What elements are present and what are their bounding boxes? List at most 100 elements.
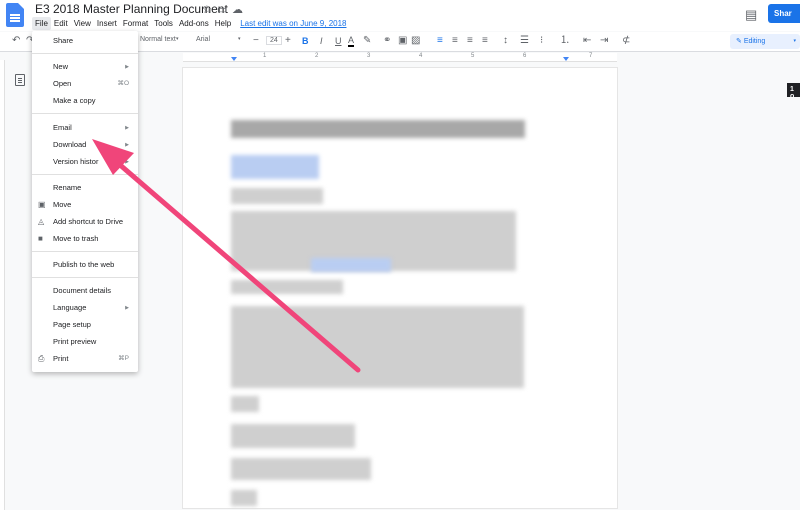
menu-item-language[interactable]: Language ▶ bbox=[32, 300, 138, 316]
menu-item-publish[interactable]: Publish to the web bbox=[32, 257, 138, 273]
menu-format[interactable]: Format bbox=[120, 17, 151, 30]
text-color-button[interactable]: A bbox=[348, 36, 355, 47]
cloud-icon[interactable]: ☁ bbox=[232, 3, 243, 16]
menu-item-add-shortcut[interactable]: ◬ Add shortcut to Drive bbox=[32, 214, 138, 230]
star-icon[interactable]: ☆ bbox=[202, 3, 212, 16]
menu-item-label: Make a copy bbox=[53, 96, 96, 105]
ruler-tick: 7 bbox=[589, 53, 593, 59]
align-left-icon[interactable]: ≡ bbox=[437, 36, 443, 46]
menu-item-move-to-trash[interactable]: ■ Move to trash bbox=[32, 231, 138, 247]
font-dropdown-icon[interactable]: ▾ bbox=[238, 36, 241, 42]
highlight-icon[interactable]: ✎ bbox=[363, 36, 371, 46]
align-right-icon[interactable]: ≡ bbox=[467, 36, 473, 46]
page-indicator: 1 o bbox=[787, 83, 800, 100]
pencil-icon: ✎ bbox=[736, 38, 744, 45]
left-indent-marker[interactable] bbox=[231, 57, 237, 61]
chevron-down-icon: ▾ bbox=[793, 38, 796, 44]
trash-icon: ■ bbox=[38, 234, 43, 243]
menu-item-page-setup[interactable]: Page setup bbox=[32, 317, 138, 333]
menu-item-label: Print bbox=[53, 354, 69, 363]
italic-button[interactable]: I bbox=[320, 36, 323, 46]
right-indent-marker[interactable] bbox=[563, 57, 569, 61]
menu-item-version-history[interactable]: Version histor ▶ bbox=[32, 154, 138, 170]
menu-item-move[interactable]: ▣ Move bbox=[32, 197, 138, 213]
blurred-text bbox=[231, 490, 257, 506]
menu-item-email[interactable]: Email ▶ bbox=[32, 120, 138, 136]
menu-separator bbox=[32, 174, 138, 175]
submenu-arrow-icon: ▶ bbox=[125, 305, 129, 311]
horizontal-ruler[interactable]: 1 2 3 4 5 6 7 bbox=[183, 53, 617, 62]
blurred-text bbox=[231, 458, 371, 480]
app-header: E3 2018 Master Planning Document ☆ ▭ ☁ F… bbox=[0, 0, 800, 31]
menu-item-document-details[interactable]: Document details bbox=[32, 283, 138, 299]
menu-view[interactable]: View bbox=[71, 17, 94, 30]
comment-icon[interactable]: ▤ bbox=[745, 7, 757, 23]
ruler-tick: 6 bbox=[523, 53, 527, 59]
vertical-ruler[interactable] bbox=[0, 60, 5, 510]
folder-move-icon: ▣ bbox=[38, 200, 46, 209]
editing-mode-select[interactable]: ✎ Editing ▾ bbox=[730, 34, 800, 49]
menu-item-label: Move bbox=[53, 200, 72, 209]
ruler-tick: 4 bbox=[419, 53, 423, 59]
menu-item-label: Move to trash bbox=[53, 234, 99, 243]
menu-item-make-copy[interactable]: Make a copy bbox=[32, 93, 138, 109]
shortcut-label: ⌘P bbox=[118, 355, 129, 362]
underline-button[interactable]: U bbox=[335, 36, 342, 46]
menu-item-label: Download bbox=[53, 140, 87, 149]
menu-item-label: Rename bbox=[53, 183, 82, 192]
line-spacing-icon[interactable]: ↕ bbox=[503, 36, 508, 46]
menu-item-share[interactable]: Share bbox=[32, 33, 138, 49]
blurred-text bbox=[231, 188, 323, 204]
drive-shortcut-icon: ◬ bbox=[38, 217, 45, 226]
menu-file[interactable]: File bbox=[32, 17, 51, 30]
share-button[interactable]: Shar bbox=[768, 4, 800, 23]
menu-item-open[interactable]: Open ⌘O bbox=[32, 76, 138, 92]
increase-size-button[interactable]: + bbox=[285, 36, 291, 46]
document-title[interactable]: E3 2018 Master Planning Document bbox=[35, 2, 228, 16]
font-size-field[interactable]: 24 bbox=[266, 36, 282, 45]
menu-item-label: Open bbox=[53, 79, 72, 88]
decrease-size-button[interactable]: − bbox=[253, 36, 259, 46]
menu-item-label: Version histor bbox=[53, 157, 99, 166]
numbered-list-icon[interactable]: ⒈ bbox=[560, 36, 570, 46]
style-select[interactable]: Normal text bbox=[140, 36, 176, 43]
align-center-icon[interactable]: ≡ bbox=[452, 36, 458, 46]
undo-icon[interactable]: ↶ bbox=[12, 36, 20, 46]
docs-logo-icon[interactable] bbox=[6, 3, 24, 27]
document-page[interactable] bbox=[183, 68, 617, 508]
style-dropdown-icon[interactable]: ▾ bbox=[176, 36, 179, 42]
font-select[interactable]: Arial bbox=[196, 36, 210, 43]
decrease-indent-icon[interactable]: ⇤ bbox=[583, 36, 591, 46]
menu-tools[interactable]: Tools bbox=[151, 17, 176, 30]
menu-item-print[interactable]: ⎙ Print ⌘P bbox=[32, 351, 138, 367]
blurred-link bbox=[231, 155, 319, 179]
menu-help[interactable]: Help bbox=[212, 17, 234, 30]
folder-icon[interactable]: ▭ bbox=[217, 3, 227, 16]
submenu-arrow-icon: ▶ bbox=[125, 142, 129, 148]
checklist-icon[interactable]: ☰ bbox=[520, 36, 529, 46]
menu-edit[interactable]: Edit bbox=[51, 17, 71, 30]
menu-bar: File Edit View Insert Format Tools Add-o… bbox=[32, 17, 349, 30]
editing-mode-label: Editing bbox=[743, 38, 766, 45]
link-icon[interactable]: ⚭ bbox=[383, 36, 391, 46]
menu-item-rename[interactable]: Rename bbox=[32, 180, 138, 196]
clear-formatting-icon[interactable]: ⊄ bbox=[622, 36, 630, 46]
last-edit-link[interactable]: Last edit was on June 9, 2018 bbox=[237, 17, 349, 30]
align-justify-icon[interactable]: ≡ bbox=[482, 36, 488, 46]
outline-icon[interactable] bbox=[15, 74, 25, 86]
bulleted-list-icon[interactable]: ⁝ bbox=[540, 36, 543, 46]
menu-item-label: Document details bbox=[53, 286, 111, 295]
menu-item-print-preview[interactable]: Print preview bbox=[32, 334, 138, 350]
menu-item-label: Publish to the web bbox=[53, 260, 115, 269]
blurred-link bbox=[311, 258, 391, 272]
comment-add-icon[interactable]: ▣ bbox=[398, 36, 407, 46]
printer-icon: ⎙ bbox=[38, 354, 45, 363]
bold-button[interactable]: B bbox=[302, 36, 309, 46]
menu-item-download[interactable]: Download ▶ bbox=[32, 137, 138, 153]
increase-indent-icon[interactable]: ⇥ bbox=[600, 36, 608, 46]
image-icon[interactable]: ▨ bbox=[411, 36, 420, 46]
menu-item-new[interactable]: New ▶ bbox=[32, 59, 138, 75]
menu-addons[interactable]: Add-ons bbox=[176, 17, 212, 30]
menu-item-label: Share bbox=[53, 36, 74, 45]
menu-insert[interactable]: Insert bbox=[94, 17, 120, 30]
